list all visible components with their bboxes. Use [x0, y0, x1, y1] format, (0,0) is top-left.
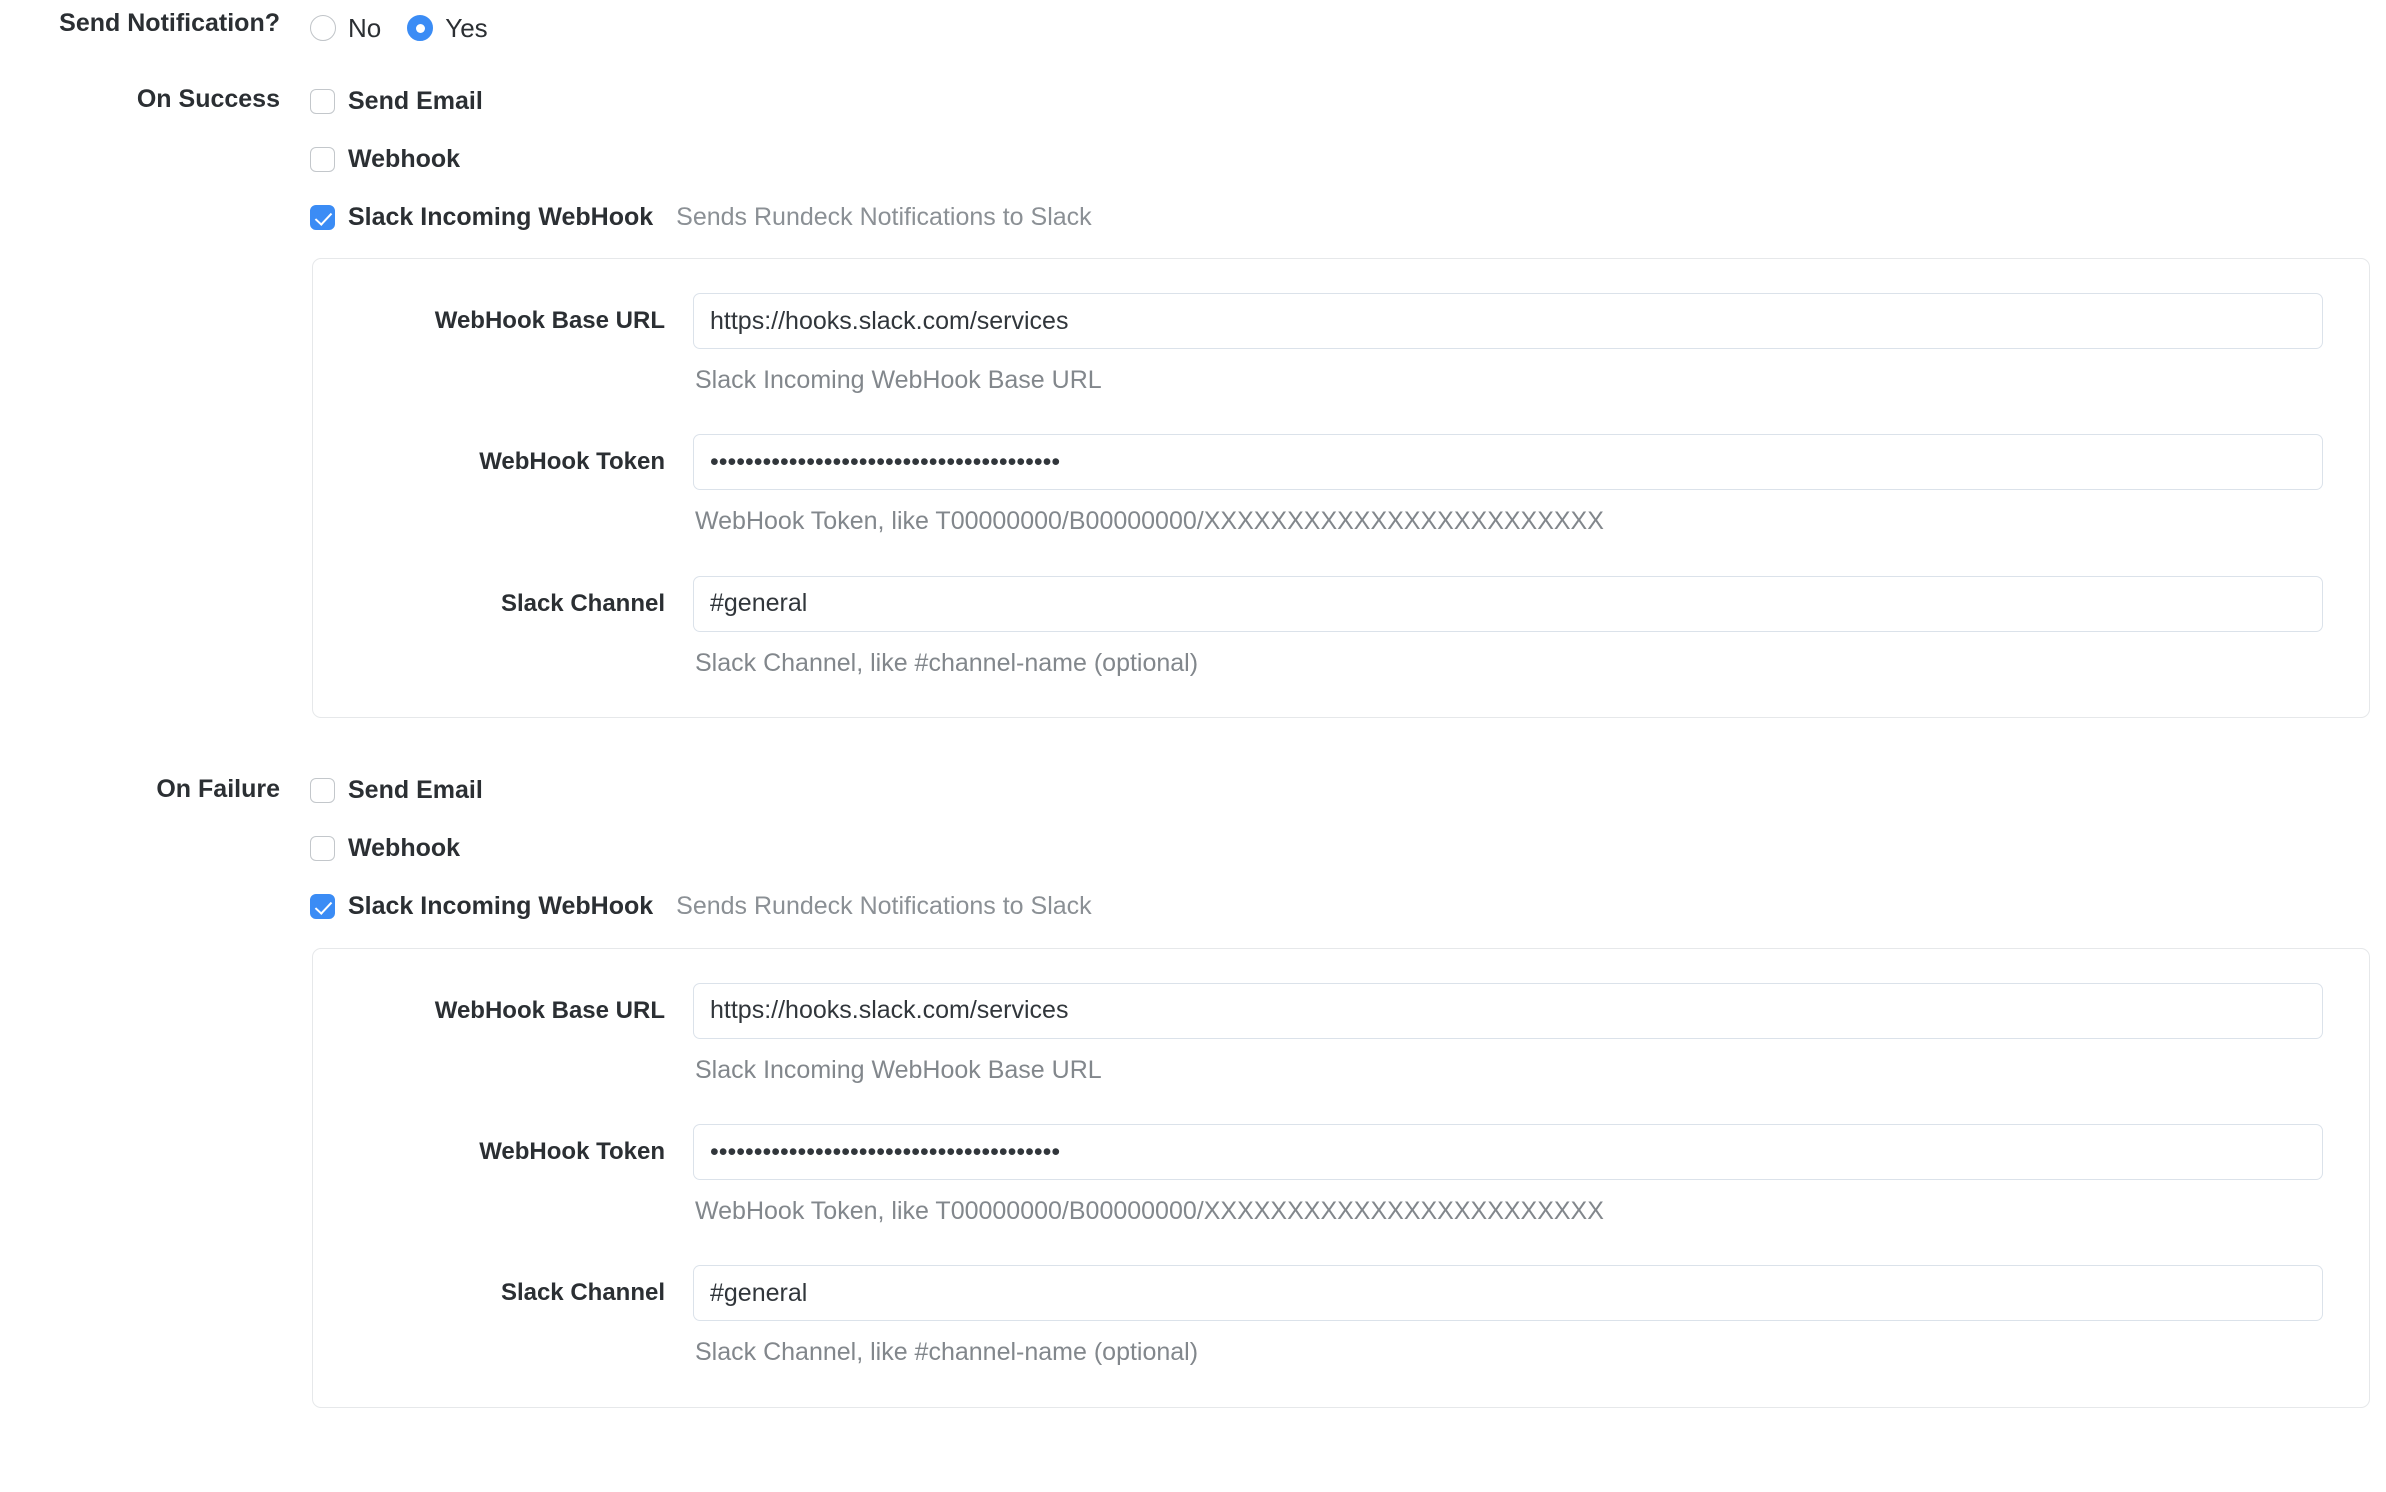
on-failure-token-label: WebHook Token	[479, 1138, 665, 1165]
on-failure-send-email-row[interactable]: Send Email	[310, 774, 2386, 808]
send-notification-label: Send Notification?	[59, 9, 280, 37]
on-failure-token-help: WebHook Token, like T00000000/B00000000/…	[695, 1197, 1604, 1225]
checkbox-icon-on-failure-webhook[interactable]	[310, 836, 335, 862]
on-success-channel-help: Slack Channel, like #channel-name (optio…	[695, 648, 1199, 677]
send-notification-option-yes-label: Yes	[445, 13, 488, 43]
checkbox-icon-on-success-send-email[interactable]	[310, 88, 335, 114]
on-failure-base-url-input[interactable]	[693, 982, 2323, 1039]
on-failure-token-input[interactable]	[693, 1124, 2323, 1180]
on-success-slack-config-panel: WebHook Base URL Slack Incoming WebHook …	[312, 258, 2370, 718]
send-notification-row: Send Notification? No Yes	[0, 8, 2386, 48]
on-success-slack-label: Slack Incoming WebHook	[348, 202, 654, 231]
on-failure-slack-label: Slack Incoming WebHook	[348, 892, 654, 921]
checkbox-icon-on-success-webhook[interactable]	[310, 146, 335, 172]
on-success-token-help: WebHook Token, like T00000000/B00000000/…	[695, 507, 1604, 536]
notification-settings-form: Send Notification? No Yes On Success Sen…	[0, 0, 2386, 1408]
on-failure-base-url-help: Slack Incoming WebHook Base URL	[695, 1055, 1102, 1084]
on-failure-slack-config-panel: WebHook Base URL Slack Incoming WebHook …	[312, 947, 2370, 1408]
on-success-slack-row[interactable]: Slack Incoming WebHook Sends Rundeck Not…	[310, 200, 2386, 234]
on-success-send-email-row[interactable]: Send Email	[310, 84, 2386, 118]
radio-icon-no[interactable]	[310, 15, 336, 41]
radio-icon-yes[interactable]	[407, 15, 434, 41]
on-success-base-url-help: Slack Incoming WebHook Base URL	[695, 366, 1102, 394]
on-failure-row: On Failure Send Email Webhook Slack Inco…	[0, 774, 2386, 1408]
send-notification-option-no[interactable]: No	[310, 15, 381, 41]
on-success-base-url-field: WebHook Base URL Slack Incoming WebHook …	[313, 293, 2369, 430]
on-failure-send-email-label: Send Email	[348, 776, 483, 805]
on-success-send-email-label: Send Email	[348, 86, 483, 115]
on-success-row: On Success Send Email Webhook Slack Inco…	[0, 84, 2386, 718]
checkbox-icon-on-failure-slack[interactable]	[310, 894, 335, 920]
on-success-slack-description: Sends Rundeck Notifications to Slack	[676, 202, 1092, 231]
on-failure-label: On Failure	[156, 774, 280, 803]
on-failure-base-url-label: WebHook Base URL	[434, 996, 665, 1024]
on-failure-slack-row[interactable]: Slack Incoming WebHook Sends Rundeck Not…	[310, 890, 2386, 924]
on-failure-base-url-field: WebHook Base URL Slack Incoming WebHook …	[313, 982, 2369, 1120]
on-failure-webhook-label: Webhook	[348, 834, 461, 863]
on-failure-channel-label: Slack Channel	[500, 1279, 665, 1307]
on-failure-channel-input[interactable]	[693, 1265, 2323, 1322]
on-success-channel-field: Slack Channel Slack Channel, like #chann…	[313, 575, 2369, 679]
on-success-channel-label: Slack Channel	[500, 589, 665, 617]
on-success-token-input[interactable]	[693, 434, 2323, 491]
send-notification-option-yes[interactable]: Yes	[407, 13, 488, 43]
on-failure-channel-help: Slack Channel, like #channel-name (optio…	[695, 1338, 1199, 1367]
on-success-webhook-row[interactable]: Webhook	[310, 142, 2386, 176]
send-notification-radio-group: No Yes	[310, 8, 2386, 48]
send-notification-option-no-label: No	[348, 13, 382, 43]
on-success-base-url-input[interactable]	[693, 293, 2323, 349]
on-success-webhook-label: Webhook	[348, 144, 461, 173]
on-success-token-field: WebHook Token WebHook Token, like T00000…	[313, 434, 2369, 571]
on-success-token-label: WebHook Token	[479, 448, 665, 476]
checkbox-icon-on-failure-send-email[interactable]	[310, 778, 335, 804]
on-failure-slack-description: Sends Rundeck Notifications to Slack	[676, 892, 1092, 921]
on-failure-webhook-row[interactable]: Webhook	[310, 832, 2386, 866]
on-success-channel-input[interactable]	[693, 575, 2323, 632]
checkbox-icon-on-success-slack[interactable]	[310, 204, 335, 230]
on-success-label: On Success	[136, 85, 280, 113]
on-failure-channel-field: Slack Channel Slack Channel, like #chann…	[313, 1265, 2369, 1368]
on-success-base-url-label: WebHook Base URL	[434, 307, 665, 334]
on-failure-token-field: WebHook Token WebHook Token, like T00000…	[313, 1124, 2369, 1261]
